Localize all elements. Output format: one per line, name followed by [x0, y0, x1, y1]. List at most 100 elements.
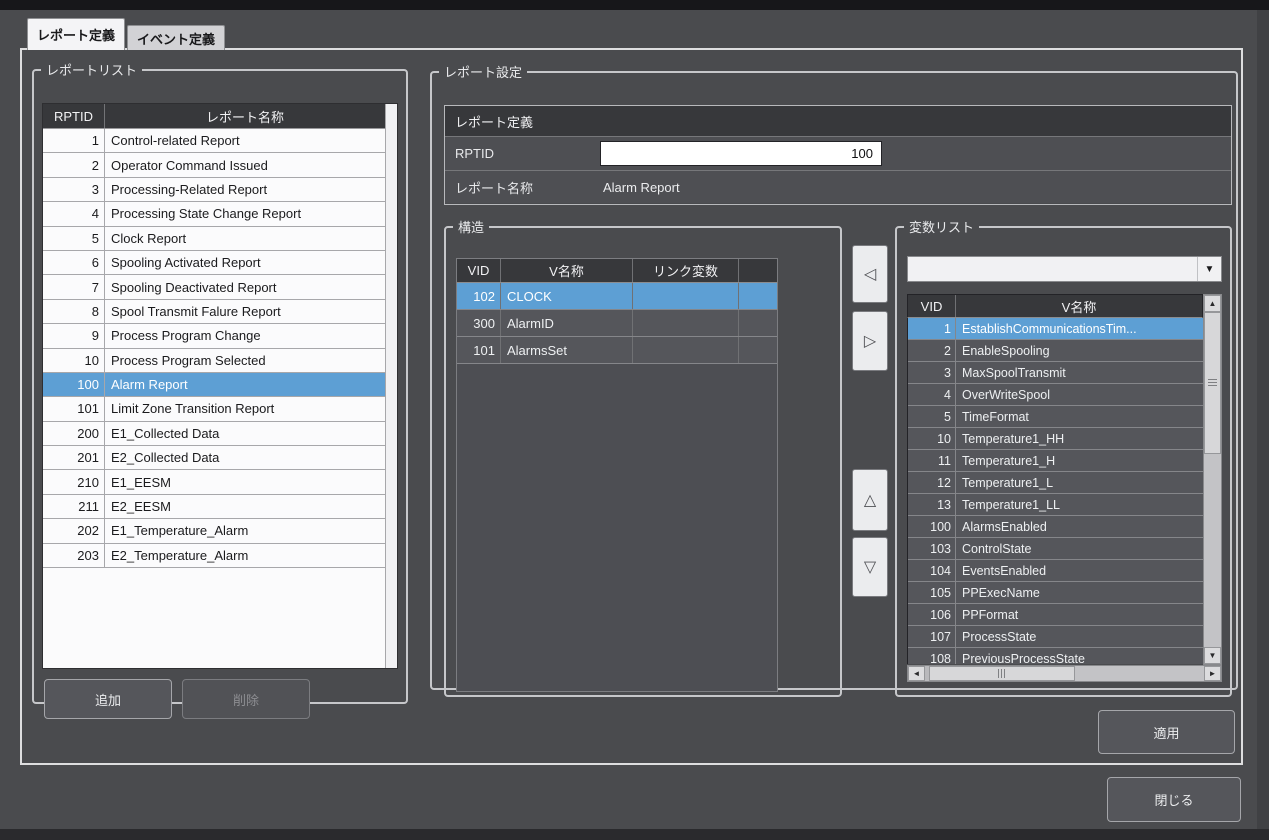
structure-group-label: 構造 — [453, 217, 489, 236]
rptid-row: RPTID — [445, 137, 1231, 171]
tab-event-definition[interactable]: イベント定義 — [127, 25, 225, 50]
scroll-down-icon[interactable]: ▼ — [1204, 647, 1221, 664]
scroll-right-icon[interactable]: ► — [1204, 666, 1221, 681]
report-list-row[interactable]: 211 E2_EESM — [43, 495, 385, 519]
variable-row[interactable]: 108 PreviousProcessState — [908, 648, 1203, 664]
variable-vid-cell: 106 — [908, 604, 956, 625]
report-list-row[interactable]: 9 Process Program Change — [43, 324, 385, 348]
move-down-icon: ▽ — [864, 557, 876, 577]
scroll-left-icon[interactable]: ◄ — [908, 666, 925, 681]
tab-report-definition[interactable]: レポート定義 — [27, 18, 125, 50]
dropdown-arrow-icon: ▼ — [1197, 257, 1221, 281]
column-header-vname: V名称 — [956, 295, 1202, 317]
report-list-row[interactable]: 2 Operator Command Issued — [43, 153, 385, 177]
report-list-row[interactable]: 4 Processing State Change Report — [43, 202, 385, 226]
report-definition-header: レポート定義 — [445, 106, 1231, 137]
variable-list-table[interactable]: VID V名称 1 EstablishCommunicationsTim... — [907, 294, 1222, 682]
delete-report-button[interactable]: 削除 — [182, 679, 310, 719]
vertical-scrollbar-thumb[interactable] — [1204, 312, 1221, 454]
report-list-row[interactable]: 100 Alarm Report — [43, 373, 385, 397]
structure-table[interactable]: VID V名称 リンク変数 102 CLOCK — [456, 258, 778, 692]
report-list-row[interactable]: 200 E1_Collected Data — [43, 422, 385, 446]
variable-row[interactable]: 11 Temperature1_H — [908, 450, 1203, 472]
report-list-row[interactable]: 210 E1_EESM — [43, 470, 385, 494]
variable-vid-cell: 5 — [908, 406, 956, 427]
report-rptid-cell: 2 — [43, 153, 105, 176]
report-name-cell: E2_EESM — [105, 495, 385, 518]
report-list-row[interactable]: 203 E2_Temperature_Alarm — [43, 544, 385, 568]
horizontal-scrollbar-track[interactable] — [1075, 666, 1204, 681]
report-name-cell: E1_EESM — [105, 470, 385, 493]
add-report-button[interactable]: 追加 — [44, 679, 172, 719]
variable-row[interactable]: 1 EstablishCommunicationsTim... — [908, 318, 1203, 340]
report-list-row[interactable]: 1 Control-related Report — [43, 129, 385, 153]
structure-row[interactable]: 102 CLOCK — [457, 283, 777, 310]
variable-row[interactable]: 5 TimeFormat — [908, 406, 1203, 428]
variable-row[interactable]: 10 Temperature1_HH — [908, 428, 1203, 450]
variable-row[interactable]: 103 ControlState — [908, 538, 1203, 560]
variable-row[interactable]: 107 ProcessState — [908, 626, 1203, 648]
structure-vname-cell: AlarmID — [501, 310, 633, 336]
report-list-row[interactable]: 10 Process Program Selected — [43, 349, 385, 373]
variable-row[interactable]: 13 Temperature1_LL — [908, 494, 1203, 516]
apply-button[interactable]: 適用 — [1098, 710, 1235, 754]
variable-vid-cell: 12 — [908, 472, 956, 493]
variable-vname-cell: Temperature1_LL — [956, 494, 1203, 515]
move-up-button[interactable]: △ — [852, 469, 888, 531]
move-left-button[interactable]: ◁ — [852, 245, 888, 303]
move-down-button[interactable]: ▽ — [852, 537, 888, 597]
report-list-row[interactable]: 8 Spool Transmit Falure Report — [43, 300, 385, 324]
variable-row[interactable]: 3 MaxSpoolTransmit — [908, 362, 1203, 384]
variable-list-horizontal-scrollbar[interactable]: ◄ ► — [907, 665, 1222, 682]
column-header-vname: V名称 — [501, 259, 633, 282]
structure-filler-cell — [739, 283, 777, 309]
report-rptid-cell: 100 — [43, 373, 105, 396]
variable-row[interactable]: 4 OverWriteSpool — [908, 384, 1203, 406]
move-right-button[interactable]: ▷ — [852, 311, 888, 371]
variable-vid-cell: 13 — [908, 494, 956, 515]
rptid-input[interactable] — [600, 141, 882, 166]
report-name-cell: Processing-Related Report — [105, 178, 385, 201]
report-list-group-label: レポートリスト — [41, 60, 142, 79]
structure-vname-cell: AlarmsSet — [501, 337, 633, 363]
report-list-row[interactable]: 3 Processing-Related Report — [43, 178, 385, 202]
report-list-scrollbar-track[interactable] — [385, 104, 397, 668]
report-name-cell: Spooling Activated Report — [105, 251, 385, 274]
report-rptid-cell: 6 — [43, 251, 105, 274]
structure-link-cell — [633, 283, 739, 309]
window-right-strip — [1257, 10, 1269, 829]
report-list-row[interactable]: 101 Limit Zone Transition Report — [43, 397, 385, 421]
variable-row[interactable]: 104 EventsEnabled — [908, 560, 1203, 582]
report-list-row[interactable]: 6 Spooling Activated Report — [43, 251, 385, 275]
report-rptid-cell: 200 — [43, 422, 105, 445]
scroll-up-icon[interactable]: ▲ — [1204, 295, 1221, 312]
report-rptid-cell: 211 — [43, 495, 105, 518]
report-rptid-cell: 7 — [43, 275, 105, 298]
variable-vname-cell: MaxSpoolTransmit — [956, 362, 1203, 383]
report-list-body: 1 Control-related Report 2 Operator Comm… — [43, 129, 385, 568]
structure-row[interactable]: 101 AlarmsSet — [457, 337, 777, 364]
vertical-scrollbar-track[interactable] — [1204, 454, 1221, 647]
close-button[interactable]: 閉じる — [1107, 777, 1241, 822]
report-name-cell: E1_Collected Data — [105, 422, 385, 445]
variable-row[interactable]: 100 AlarmsEnabled — [908, 516, 1203, 538]
variable-row[interactable]: 2 EnableSpooling — [908, 340, 1203, 362]
report-list-row[interactable]: 201 E2_Collected Data — [43, 446, 385, 470]
variable-vname-cell: Temperature1_H — [956, 450, 1203, 471]
report-list-table[interactable]: RPTID レポート名称 1 Control-related Report 2 … — [42, 103, 398, 669]
report-name-row: レポート名称 Alarm Report — [445, 171, 1231, 203]
report-rptid-cell: 3 — [43, 178, 105, 201]
variable-row[interactable]: 106 PPFormat — [908, 604, 1203, 626]
window-bottom-strip — [0, 829, 1269, 840]
report-list-row[interactable]: 5 Clock Report — [43, 227, 385, 251]
report-list-row[interactable]: 202 E1_Temperature_Alarm — [43, 519, 385, 543]
horizontal-scrollbar-thumb[interactable] — [929, 666, 1075, 681]
variable-list-vertical-scrollbar[interactable]: ▲ ▼ — [1203, 294, 1222, 665]
scrollbar-grip — [1208, 379, 1217, 388]
variable-row[interactable]: 12 Temperature1_L — [908, 472, 1203, 494]
structure-row[interactable]: 300 AlarmID — [457, 310, 777, 337]
report-list-row[interactable]: 7 Spooling Deactivated Report — [43, 275, 385, 299]
tab-bar: レポート定義 イベント定義 — [27, 18, 225, 50]
variable-row[interactable]: 105 PPExecName — [908, 582, 1203, 604]
variable-filter-dropdown[interactable]: ▼ — [907, 256, 1222, 282]
